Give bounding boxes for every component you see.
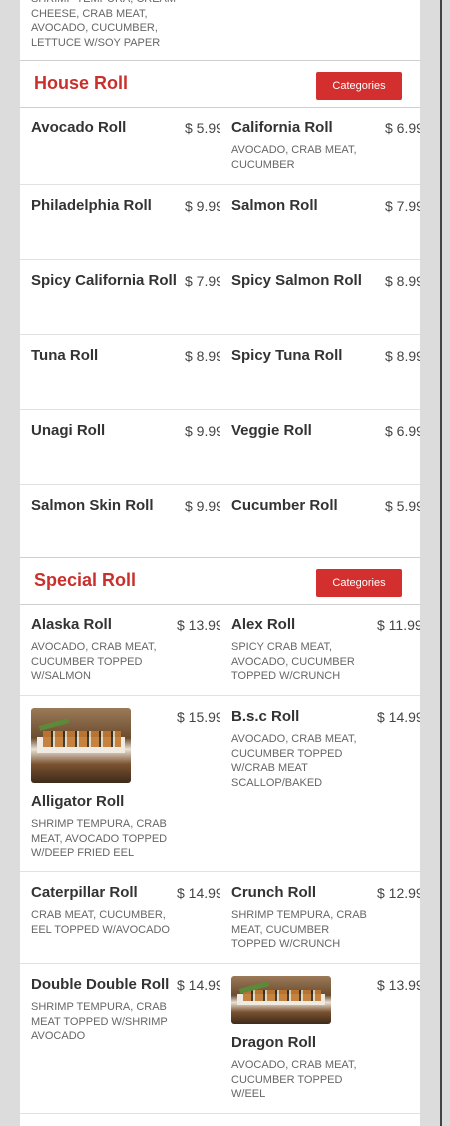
item-price: $ 7.99 <box>185 273 220 289</box>
menu-item[interactable]: Salmon Skin Roll $ 9.99 <box>20 485 220 557</box>
menu-item[interactable]: Spicy Tuna Roll $ 8.99 <box>220 335 420 409</box>
menu-item[interactable]: Caterpillar Roll $ 14.99 CRAB MEAT, CUCU… <box>20 872 220 963</box>
item-price: $ 6.99 <box>385 120 420 136</box>
item-price: $ 13.99 <box>177 617 220 633</box>
menu-row: Alaska Roll $ 13.99 AVOCADO, CRAB MEAT, … <box>20 604 420 696</box>
menu-row: Caterpillar Roll $ 14.99 CRAB MEAT, CUCU… <box>20 872 420 964</box>
item-description: AVOCADO, CRAB MEAT, CUCUMBER TOPPED W/CR… <box>231 733 357 789</box>
item-price: $ 9.99 <box>185 423 220 439</box>
item-price: $ 9.99 <box>185 198 220 214</box>
menu-page: SHRIMP TEMPURA, CREAM CHEESE, CRAB MEAT,… <box>20 0 420 1126</box>
menu-item[interactable]: Unagi Roll $ 9.99 <box>20 410 220 484</box>
item-price: $ 5.99 <box>185 120 220 136</box>
menu-item[interactable]: Cucumber Roll $ 5.99 <box>220 485 420 557</box>
item-price: $ 14.99 <box>377 709 420 725</box>
item-name: Spicy California Roll <box>31 272 177 289</box>
menu-item[interactable]: Avocado Roll $ 5.99 <box>20 107 220 184</box>
item-description: SHRIMP TEMPURA, CRAB MEAT, AVOCADO TOPPE… <box>31 818 168 859</box>
section-header-special-roll: Special Roll Categories <box>20 557 420 605</box>
menu-row: Alligator Roll $ 15.99 SHRIMP TEMPURA, C… <box>20 696 420 872</box>
item-description: CRAB MEAT, CUCUMBER, EEL TOPPED W/AVOCAD… <box>31 909 170 936</box>
item-name: Alligator Roll <box>31 793 125 810</box>
item-name: Veggie Roll <box>231 422 312 439</box>
item-name: California Roll <box>231 119 333 136</box>
menu-row: Salmon Skin Roll $ 9.99 Cucumber Roll $ … <box>20 485 420 558</box>
item-price: $ 9.99 <box>185 498 220 514</box>
menu-item[interactable]: Double Double Roll $ 14.99 SHRIMP TEMPUR… <box>20 964 220 1113</box>
item-price: $ 12.99 <box>377 885 420 901</box>
item-price: $ 15.99 <box>177 709 220 725</box>
menu-item[interactable]: Spicy Salmon Roll $ 8.99 <box>220 260 420 334</box>
item-name: Spicy Salmon Roll <box>231 272 362 289</box>
menu-row: Unagi Roll $ 9.99 Veggie Roll $ 6.99 <box>20 410 420 485</box>
menu-row: Tuna Roll $ 8.99 Spicy Tuna Roll $ 8.99 <box>20 335 420 410</box>
item-name: Tuna Roll <box>31 347 99 364</box>
menu-item[interactable]: Alaska Roll $ 13.99 AVOCADO, CRAB MEAT, … <box>20 604 220 695</box>
item-name: Philadelphia Roll <box>31 197 152 214</box>
menu-row: Philadelphia Roll $ 9.99 Salmon Roll $ 7… <box>20 185 420 260</box>
menu-item[interactable]: Alex Roll $ 11.99 SPICY CRAB MEAT, AVOCA… <box>220 604 420 695</box>
menu-item[interactable]: Alligator Roll $ 15.99 SHRIMP TEMPURA, C… <box>20 696 220 871</box>
section-title: House Roll <box>34 73 129 93</box>
menu-row: Double Double Roll $ 14.99 SHRIMP TEMPUR… <box>20 964 420 1114</box>
item-description: AVOCADO, CRAB MEAT, CUCUMBER TOPPED W/EE… <box>231 1059 357 1100</box>
item-price: $ 7.99 <box>385 198 420 214</box>
menu-item[interactable]: Tuna Roll $ 8.99 <box>20 335 220 409</box>
menu-item[interactable]: Philadelphia Roll $ 9.99 <box>20 185 220 259</box>
item-name: Cucumber Roll <box>231 497 338 514</box>
item-name: Dragon Roll <box>231 1034 316 1051</box>
item-name: Spicy Tuna Roll <box>231 347 343 364</box>
item-price: $ 14.99 <box>177 885 220 901</box>
item-price: $ 5.99 <box>385 498 420 514</box>
categories-button[interactable]: Categories <box>316 72 402 100</box>
item-description: SHRIMP TEMPURA, CRAB MEAT, CUCUMBER TOPP… <box>231 909 367 950</box>
item-price: $ 13.99 <box>377 977 420 993</box>
menu-item[interactable]: Crunch Roll $ 12.99 SHRIMP TEMPURA, CRAB… <box>220 872 420 963</box>
menu-row: Avocado Roll $ 5.99 California Roll $ 6.… <box>20 107 420 185</box>
item-name: Avocado Roll <box>31 119 127 136</box>
menu-item[interactable]: B.s.c Roll $ 14.99 AVOCADO, CRAB MEAT, C… <box>220 696 420 871</box>
item-price: $ 6.99 <box>385 423 420 439</box>
item-name: Salmon Roll <box>231 197 318 214</box>
item-name: Unagi Roll <box>31 422 106 439</box>
menu-item[interactable]: Veggie Roll $ 6.99 <box>220 410 420 484</box>
item-description: SHRIMP TEMPURA, CRAB MEAT TOPPED W/SHRIM… <box>31 1001 168 1042</box>
section-header-house-roll: House Roll Categories <box>20 60 420 108</box>
menu-item[interactable]: Dragon Roll $ 13.99 AVOCADO, CRAB MEAT, … <box>220 964 420 1113</box>
item-name: Salmon Skin Roll <box>31 497 154 514</box>
menu-row: Spicy California Roll $ 7.99 Spicy Salmo… <box>20 260 420 335</box>
categories-button[interactable]: Categories <box>316 569 402 597</box>
item-price: $ 8.99 <box>385 348 420 364</box>
item-price: $ 11.99 <box>377 617 420 633</box>
item-name: B.s.c Roll <box>231 708 300 725</box>
item-price: $ 8.99 <box>185 348 220 364</box>
alligator-roll-photo <box>31 708 131 783</box>
item-price: $ 14.99 <box>177 977 220 993</box>
item-name: Caterpillar Roll <box>31 884 138 901</box>
item-description: AVOCADO, CRAB MEAT, CUCUMBER <box>231 144 357 171</box>
item-name: Double Double Roll <box>31 976 170 993</box>
section-title: Special Roll <box>34 570 137 590</box>
item-description: AVOCADO, CRAB MEAT, CUCUMBER TOPPED W/SA… <box>31 641 157 682</box>
item-price: $ 8.99 <box>385 273 420 289</box>
item-description: SHRIMP TEMPURA, CREAM CHEESE, CRAB MEAT,… <box>31 0 176 49</box>
item-name: Alex Roll <box>231 616 296 633</box>
dragon-roll-photo <box>231 976 331 1024</box>
item-name: Alaska Roll <box>31 616 112 633</box>
item-name: Crunch Roll <box>231 884 316 901</box>
menu-item[interactable]: California Roll $ 6.99 AVOCADO, CRAB MEA… <box>220 107 420 184</box>
menu-item[interactable]: Salmon Roll $ 7.99 <box>220 185 420 259</box>
item-description: SPICY CRAB MEAT, AVOCADO, CUCUMBER TOPPE… <box>231 641 355 682</box>
menu-item[interactable]: Spicy California Roll $ 7.99 <box>20 260 220 334</box>
scrollbar[interactable] <box>440 0 442 1126</box>
